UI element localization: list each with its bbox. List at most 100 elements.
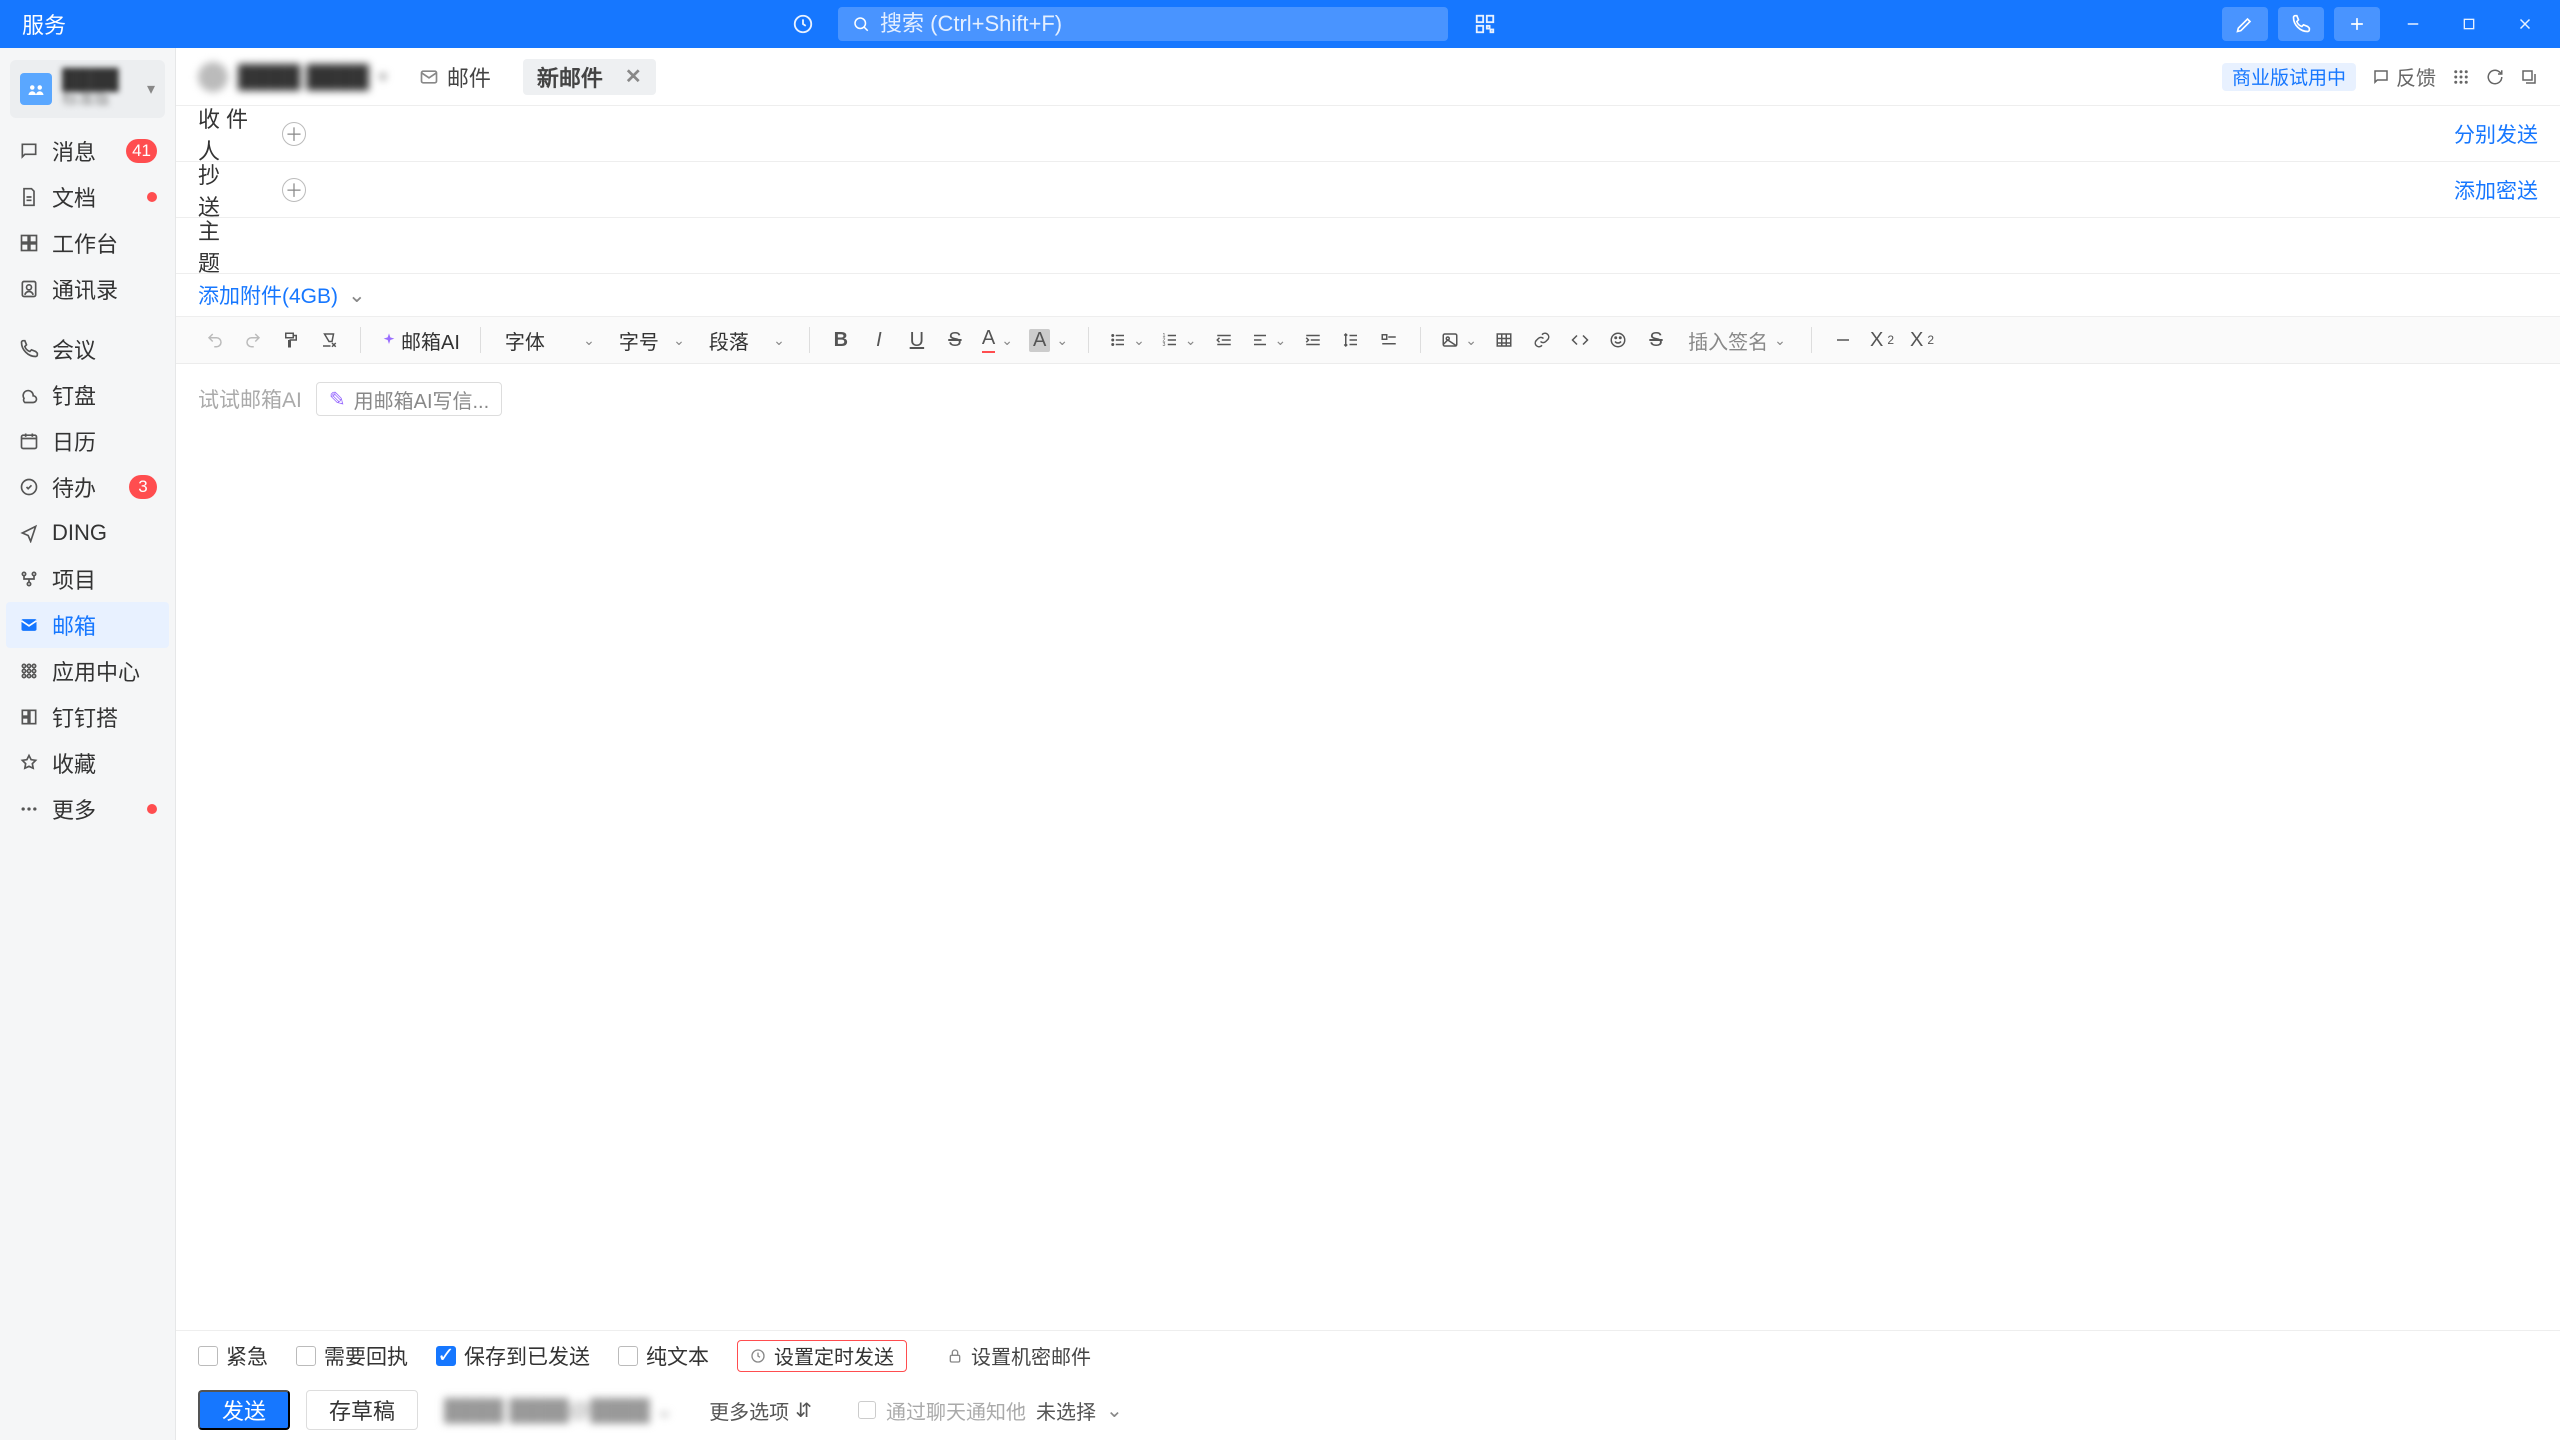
highlight-color-icon[interactable]: A⌄ <box>1023 323 1074 357</box>
ai-write-chip[interactable]: ✎ 用邮箱AI写信... <box>316 382 502 416</box>
todo-check-icon[interactable] <box>1372 323 1406 357</box>
grid-icon[interactable] <box>2452 68 2470 86</box>
chat-notify-checkbox[interactable] <box>858 1401 876 1419</box>
subject-row[interactable]: 主 题 <box>176 218 2560 274</box>
save-sent-checkbox[interactable]: ✓保存到已发送 <box>436 1341 590 1371</box>
confidential-button[interactable]: 设置机密邮件 <box>935 1340 1103 1372</box>
window-minimize-icon[interactable] <box>2390 7 2436 41</box>
superscript-icon[interactable]: X2 <box>1864 323 1900 357</box>
nav-label: 邮箱 <box>52 609 96 641</box>
sidebar-item-project[interactable]: 项目 <box>0 556 175 602</box>
image-icon[interactable]: ⌄ <box>1435 323 1483 357</box>
clear-format-icon[interactable] <box>312 323 346 357</box>
add-attachment-link[interactable]: 添加附件(4GB) <box>198 280 338 310</box>
sidebar-item-todo[interactable]: 待办 3 <box>0 464 175 510</box>
text-color-icon[interactable]: A⌄ <box>976 323 1019 357</box>
need-receipt-checkbox[interactable]: 需要回执 <box>296 1341 408 1371</box>
subject-input[interactable] <box>282 233 2538 259</box>
sidebar-item-drive[interactable]: 钉盘 <box>0 372 175 418</box>
todo-icon <box>18 476 40 498</box>
window-maximize-icon[interactable] <box>2446 7 2492 41</box>
current-user[interactable]: ████ ████ ▾ <box>198 62 387 92</box>
redo-icon[interactable] <box>236 323 270 357</box>
schedule-send-button[interactable]: 设置定时发送 <box>737 1340 907 1372</box>
plus-icon[interactable] <box>2334 7 2380 41</box>
save-draft-button[interactable]: 存草稿 <box>306 1390 418 1430</box>
line-height-icon[interactable] <box>1334 323 1368 357</box>
insert-signature-select[interactable]: 插入签名⌄ <box>1677 323 1797 357</box>
mail-ai-button[interactable]: 邮箱AI <box>375 323 466 357</box>
sidebar-item-favorite[interactable]: 收藏 <box>0 740 175 786</box>
add-recipient-icon[interactable]: ＋ <box>282 122 306 146</box>
align-icon[interactable]: ⌄ <box>1245 323 1293 357</box>
separate-send-link[interactable]: 分别发送 <box>2454 119 2538 149</box>
paragraph-select[interactable]: 段落⌄ <box>699 323 795 357</box>
sidebar-item-meeting[interactable]: 会议 <box>0 326 175 372</box>
ding-icon <box>18 522 40 544</box>
favorite-icon <box>18 752 40 774</box>
history-icon[interactable] <box>792 13 814 35</box>
ordered-list-icon[interactable]: 123⌄ <box>1155 323 1203 357</box>
link-icon[interactable] <box>1525 323 1559 357</box>
tab-compose[interactable]: 新邮件 ✕ <box>523 59 656 95</box>
subscript-icon[interactable]: X2 <box>1904 323 1940 357</box>
qr-icon[interactable] <box>1474 13 1496 35</box>
trial-pill[interactable]: 商业版试用中 <box>2222 63 2356 91</box>
attachment-row[interactable]: 添加附件(4GB) ⌄ <box>176 274 2560 316</box>
org-switcher[interactable]: ████ 标准版 ▾ <box>10 60 165 118</box>
sidebar-item-mail[interactable]: 邮箱 <box>6 602 169 648</box>
chevron-down-icon[interactable]: ⌄ <box>348 283 366 308</box>
sidebar-item-calendar[interactable]: 日历 <box>0 418 175 464</box>
mail-icon <box>18 614 40 636</box>
window-close-icon[interactable] <box>2502 7 2548 41</box>
bold-icon[interactable]: B <box>824 323 858 357</box>
emoji-icon[interactable] <box>1601 323 1635 357</box>
recipient-row-to[interactable]: 收件人 ＋ 分别发送 <box>176 106 2560 162</box>
tab-inbox[interactable]: 邮件 <box>405 59 505 95</box>
nav-label: 会议 <box>52 333 96 365</box>
sidebar-item-apps[interactable]: 应用中心 <box>0 648 175 694</box>
bullet-list-icon[interactable]: ⌄ <box>1103 323 1151 357</box>
phone-icon[interactable] <box>2278 7 2324 41</box>
more-options-button[interactable]: 更多选项 ⇵ <box>709 1396 812 1425</box>
strikethrough-icon[interactable]: S <box>938 323 972 357</box>
font-family-select[interactable]: 字体⌄ <box>495 323 605 357</box>
sidebar-item-builder[interactable]: 钉钉搭 <box>0 694 175 740</box>
close-tab-icon[interactable]: ✕ <box>625 64 642 89</box>
outdent-icon[interactable] <box>1207 323 1241 357</box>
sidebar-item-ding[interactable]: DING <box>0 510 175 556</box>
table-icon[interactable] <box>1487 323 1521 357</box>
strike-format-icon[interactable]: S <box>1639 323 1673 357</box>
global-search[interactable] <box>838 7 1448 41</box>
sidebar-item-workbench[interactable]: 工作台 <box>0 220 175 266</box>
horizontal-rule-icon[interactable] <box>1826 323 1860 357</box>
add-bcc-link[interactable]: 添加密送 <box>2454 175 2538 205</box>
add-cc-icon[interactable]: ＋ <box>282 178 306 202</box>
sidebar-item-contacts[interactable]: 通讯录 <box>0 266 175 312</box>
font-size-select[interactable]: 字号⌄ <box>609 323 695 357</box>
sidebar-item-more[interactable]: 更多 <box>0 786 175 832</box>
code-icon[interactable] <box>1563 323 1597 357</box>
plain-text-checkbox[interactable]: 纯文本 <box>618 1341 709 1371</box>
italic-icon[interactable]: I <box>862 323 896 357</box>
recipient-row-cc[interactable]: 抄 送 ＋ 添加密送 <box>176 162 2560 218</box>
indent-icon[interactable] <box>1296 323 1330 357</box>
underline-icon[interactable]: U <box>900 323 934 357</box>
chat-notify-row[interactable]: 通过聊天通知他 未选择 ⌄ <box>858 1396 1123 1425</box>
sidebar-item-docs[interactable]: 文档 <box>0 174 175 220</box>
cc-label: 抄 送 <box>198 158 264 222</box>
chevron-down-icon: ⌄ <box>1106 1398 1123 1423</box>
send-button[interactable]: 发送 <box>198 1390 290 1430</box>
refresh-icon[interactable] <box>2486 68 2504 86</box>
editor-body[interactable]: 试试邮箱AI ✎ 用邮箱AI写信... <box>176 364 2560 1330</box>
top-row: ████ ████ ▾ 邮件 新邮件 ✕ 商业版试用中 反馈 <box>176 48 2560 106</box>
pen-icon[interactable] <box>2222 7 2268 41</box>
sidebar-item-messages[interactable]: 消息 41 <box>0 128 175 174</box>
popout-icon[interactable] <box>2520 68 2538 86</box>
undo-icon[interactable] <box>198 323 232 357</box>
from-address[interactable]: ████ ████@████ ⌄ <box>444 1398 673 1423</box>
format-painter-icon[interactable] <box>274 323 308 357</box>
search-input[interactable] <box>880 11 1434 37</box>
feedback-button[interactable]: 反馈 <box>2372 62 2436 91</box>
urgent-checkbox[interactable]: 紧急 <box>198 1341 268 1371</box>
